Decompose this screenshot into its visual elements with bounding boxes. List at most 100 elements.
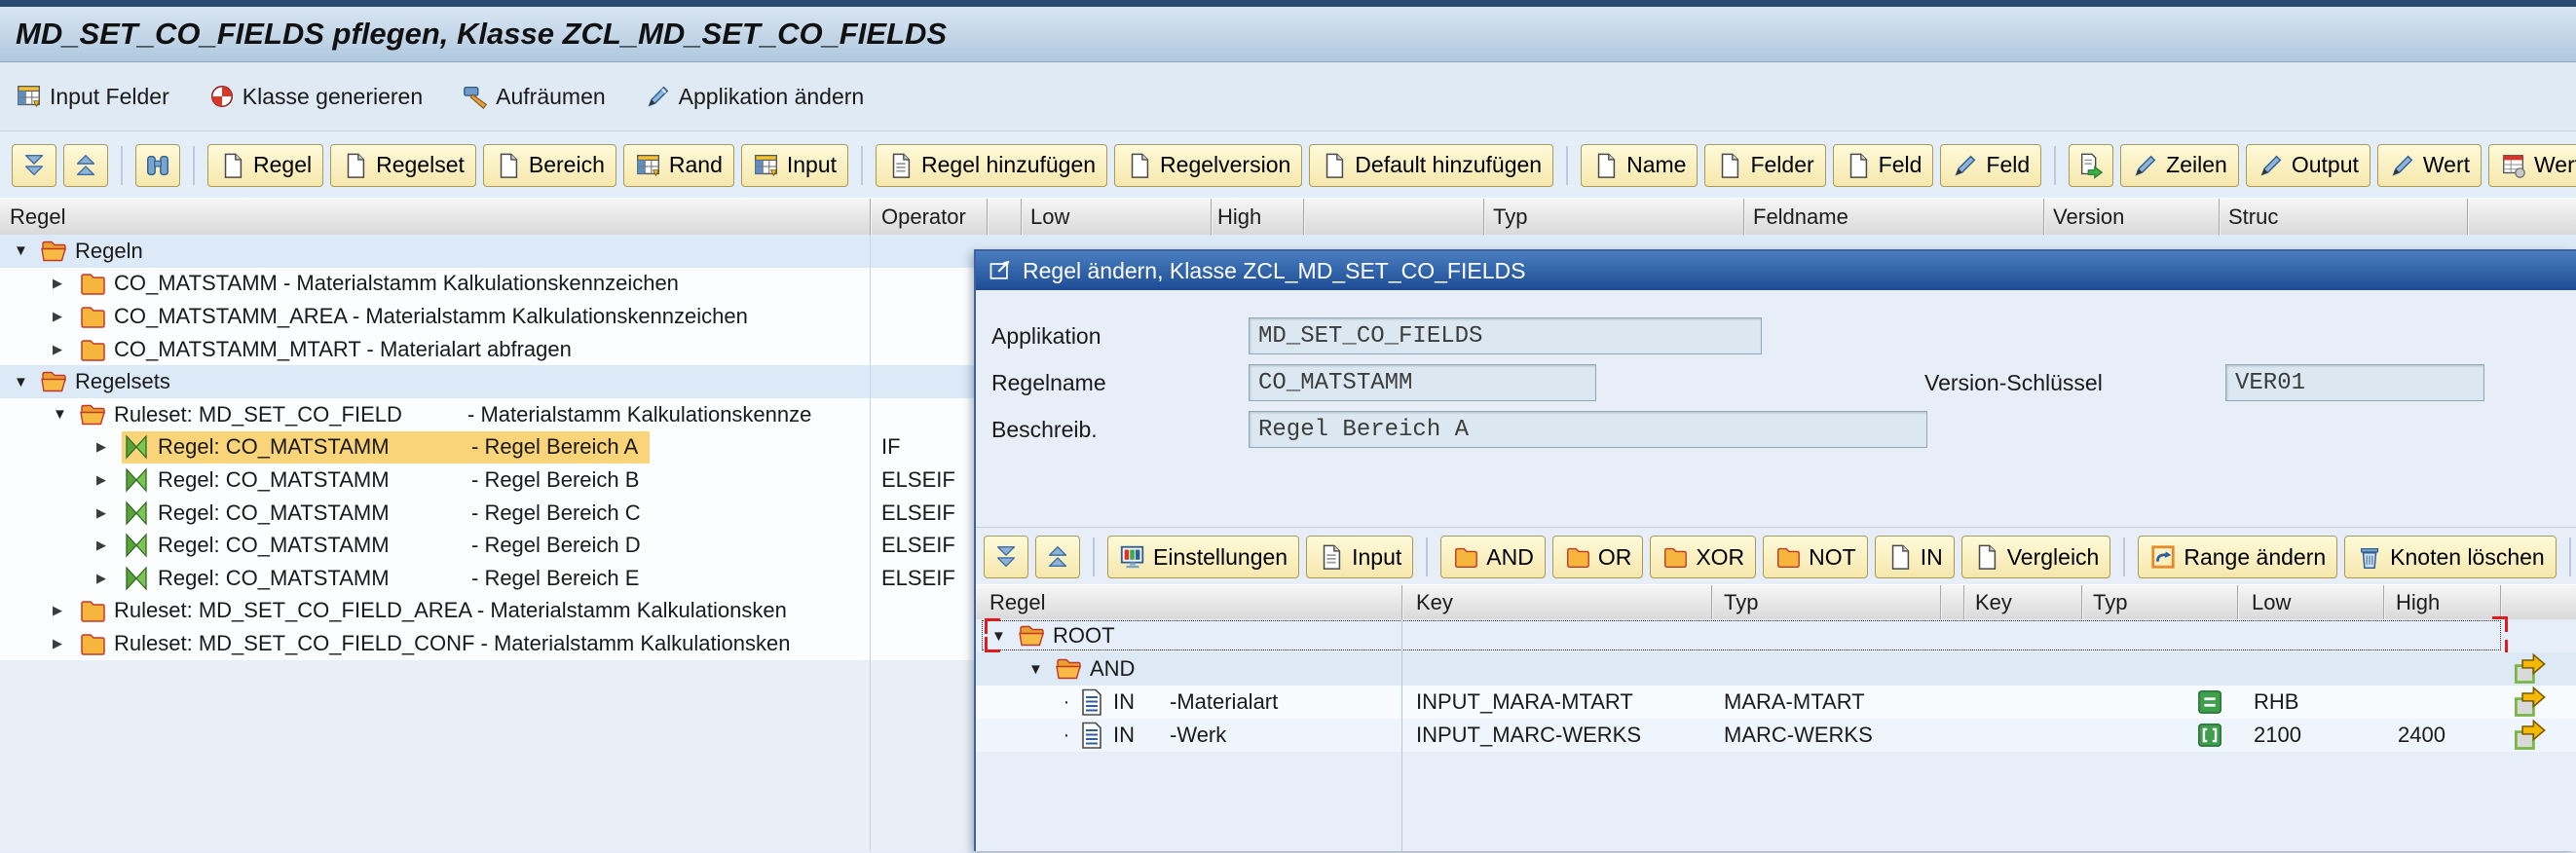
dialog-row-in-materialart[interactable]: · IN -Materialart INPUT_MARA-MTART MARA-… — [976, 686, 2576, 719]
dialog-expand-all-button[interactable] — [984, 536, 1028, 578]
wert-loeschen-label: Wert — [2534, 152, 2576, 178]
pencil-icon — [1952, 152, 1979, 179]
expand-all-button[interactable] — [12, 144, 56, 187]
name-button[interactable]: Name — [1581, 144, 1698, 187]
input-button-label: Input — [787, 152, 837, 178]
expander-open-icon[interactable]: ▼ — [1025, 661, 1054, 678]
felder-button[interactable]: Felder — [1704, 144, 1825, 187]
column-header-version[interactable]: Version — [2053, 199, 2124, 235]
expander-open-icon[interactable]: ▼ — [10, 374, 39, 390]
expander-closed-icon[interactable]: ▶ — [49, 276, 78, 291]
dialog-row-root[interactable]: ▼ ROOT — [976, 619, 2576, 652]
dlg-column-typ[interactable]: Typ — [1724, 585, 1758, 620]
expander-closed-icon[interactable]: ▶ — [49, 309, 78, 324]
wert-aendern-button[interactable]: Wert — [2377, 144, 2482, 187]
dialog-row-in-werk[interactable]: · IN -Werk INPUT_MARC-WERKS MARC-WERKS 2… — [976, 719, 2576, 752]
applikation-field[interactable]: MD_SET_CO_FIELDS — [1249, 317, 1762, 354]
navigate-arrow-icon[interactable] — [2513, 686, 2548, 719]
tree-node-label: Regel: CO_MATSTAMM — [158, 566, 471, 591]
expander-open-icon[interactable]: ▼ — [10, 242, 39, 259]
expander-closed-icon[interactable]: ▶ — [49, 603, 78, 618]
vergleich-button[interactable]: Vergleich — [1961, 536, 2111, 578]
regel-hinzufuegen-button[interactable]: Regel hinzufügen — [876, 144, 1107, 187]
column-header-high[interactable]: High — [1217, 199, 1261, 235]
equals-icon[interactable] — [2196, 686, 2223, 719]
aufraeumen-button[interactable]: Aufräumen — [462, 83, 606, 110]
cleanup-hammer-icon — [462, 83, 489, 110]
dlg-column-typ2[interactable]: Typ — [2093, 585, 2127, 620]
in-button[interactable]: IN — [1875, 536, 1955, 578]
dlg-column-high[interactable]: High — [2396, 585, 2440, 620]
feld-aendern-button[interactable]: Feld — [1940, 144, 2041, 187]
regel-column-separator — [870, 235, 871, 851]
generate-icon — [208, 83, 236, 110]
input-button[interactable]: Input — [741, 144, 848, 187]
applikation-label: Applikation — [991, 317, 1101, 354]
output-button[interactable]: Output — [2246, 144, 2371, 187]
expander-closed-icon[interactable]: ▶ — [49, 342, 78, 357]
table-red-row-icon — [2500, 152, 2527, 179]
expander-closed-icon[interactable]: ▶ — [93, 571, 122, 586]
knoten-loeschen-button[interactable]: Knoten löschen — [2344, 536, 2557, 578]
tree-node-description: - Regel Bereich A — [471, 434, 638, 460]
dlg-column-key2[interactable]: Key — [1975, 585, 2012, 620]
column-header-struc[interactable]: Struc — [2228, 199, 2278, 235]
klasse-generieren-button[interactable]: Klasse generieren — [208, 83, 423, 110]
wert-loeschen-button[interactable]: Wert — [2488, 144, 2576, 187]
beschreib-field[interactable]: Regel Bereich A — [1249, 411, 1927, 448]
regelversion-button[interactable]: Regelversion — [1114, 144, 1302, 187]
folder-icon — [78, 269, 107, 298]
range-aendern-button[interactable]: Range ändern — [2138, 536, 2337, 578]
dialog-row-and[interactable]: ▼ AND — [976, 652, 2576, 686]
expander-closed-icon[interactable]: ▶ — [93, 505, 122, 521]
dlg-column-low[interactable]: Low — [2252, 585, 2291, 620]
dlg-column-key[interactable]: Key — [1416, 585, 1453, 620]
regelset-button-label: Regelset — [376, 152, 465, 178]
regelname-field[interactable]: CO_MATSTAMM — [1249, 364, 1596, 401]
expander-closed-icon[interactable]: ▶ — [93, 439, 122, 455]
dlg-column-regel[interactable]: Regel — [989, 585, 1045, 620]
collapse-all-button[interactable] — [63, 144, 108, 187]
bereich-button[interactable]: Bereich — [483, 144, 616, 187]
dialog-collapse-all-button[interactable] — [1035, 536, 1080, 578]
search-button[interactable] — [135, 144, 180, 187]
xor-button[interactable]: XOR — [1650, 536, 1756, 578]
rand-button[interactable]: Rand — [623, 144, 734, 187]
einstellungen-label: Einstellungen — [1153, 544, 1288, 571]
navigate-arrow-icon[interactable] — [2513, 719, 2548, 752]
column-header-low[interactable]: Low — [1030, 199, 1069, 235]
dialog-input-button[interactable]: Input — [1306, 536, 1413, 578]
folder-icon — [1774, 543, 1802, 571]
range-aendern-label: Range ändern — [2184, 544, 2326, 571]
dialog-titlebar[interactable]: Regel ändern, Klasse ZCL_MD_SET_CO_FIELD… — [976, 251, 2576, 290]
expander-closed-icon[interactable]: ▶ — [93, 472, 122, 488]
column-header-operator[interactable]: Operator — [881, 199, 966, 235]
folder-open-icon — [39, 237, 68, 266]
expander-open-icon[interactable]: ▼ — [49, 406, 78, 423]
column-header-feldname[interactable]: Feldname — [1753, 199, 1848, 235]
zeilen-button[interactable]: Zeilen — [2120, 144, 2239, 187]
and-button[interactable]: AND — [1440, 536, 1546, 578]
regel-button[interactable]: Regel — [207, 144, 323, 187]
not-button[interactable]: NOT — [1763, 536, 1868, 578]
version-schluessel-field[interactable]: VER01 — [2225, 364, 2484, 401]
tree-node-description: - Regel Bereich E — [471, 566, 639, 591]
or-button[interactable]: OR — [1552, 536, 1644, 578]
einstellungen-button[interactable]: Einstellungen — [1107, 536, 1299, 578]
doc-arrow-button[interactable] — [2069, 144, 2113, 187]
new-document-icon — [1592, 152, 1620, 179]
between-icon[interactable] — [2196, 719, 2223, 752]
column-header-typ[interactable]: Typ — [1493, 199, 1527, 235]
regelset-button[interactable]: Regelset — [330, 144, 476, 187]
navigate-arrow-icon[interactable] — [2513, 652, 2548, 686]
expander-closed-icon[interactable]: ▶ — [49, 636, 78, 651]
pencil-icon — [2132, 152, 2159, 179]
applikation-aendern-button[interactable]: Applikation ändern — [645, 83, 865, 110]
input-felder-button[interactable]: Input Felder — [16, 83, 169, 110]
new-document-icon — [1845, 152, 1872, 179]
expander-closed-icon[interactable]: ▶ — [93, 538, 122, 553]
tree-node-label: Ruleset: MD_SET_CO_FIELD — [114, 402, 467, 427]
feld-button[interactable]: Feld — [1833, 144, 1934, 187]
default-hinzufuegen-button[interactable]: Default hinzufügen — [1309, 144, 1553, 187]
column-header-regel[interactable]: Regel — [10, 199, 65, 235]
